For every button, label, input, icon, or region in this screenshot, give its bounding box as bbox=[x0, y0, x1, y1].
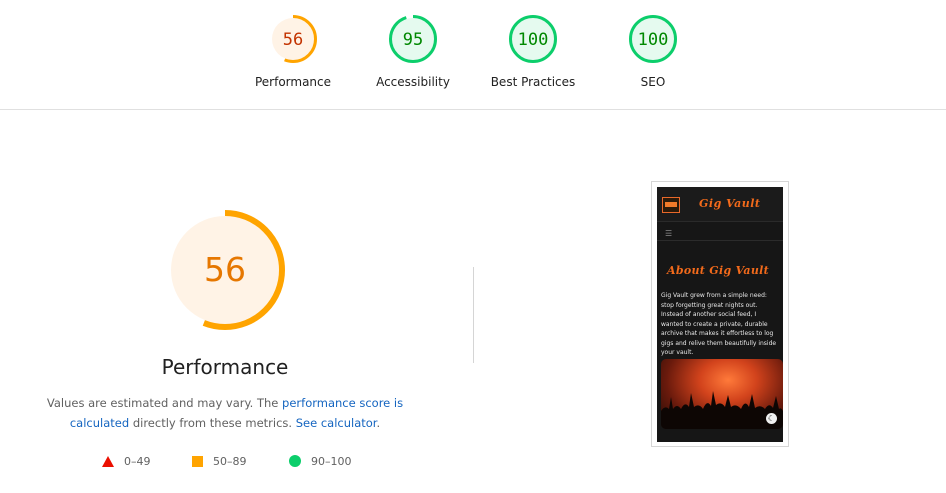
gauge-seo-ring: 100 bbox=[629, 15, 677, 63]
header-divider bbox=[0, 109, 946, 110]
gauge-best-practices-label: Best Practices bbox=[490, 75, 576, 89]
gauge-performance[interactable]: 56 Performance bbox=[233, 14, 353, 89]
fail-triangle-icon bbox=[102, 455, 114, 467]
performance-gauge-score: 56 bbox=[204, 250, 246, 289]
gauge-performance-label: Performance bbox=[254, 75, 332, 89]
moon-icon[interactable]: ☾ bbox=[766, 413, 777, 424]
gauge-accessibility-ring: 95 bbox=[389, 15, 437, 63]
screenshot-body-text: Gig Vault grew from a simple need: stop … bbox=[661, 292, 777, 356]
description-text-end: . bbox=[376, 416, 381, 430]
category-gauges: 56 Performance 95 Accessibility 100 Best… bbox=[0, 0, 946, 109]
screenshot-header: Gig Vault bbox=[657, 187, 783, 222]
gauge-best-practices-ring: 100 bbox=[509, 15, 557, 63]
legend-fail: 0–49 bbox=[102, 452, 151, 470]
crowd-silhouette bbox=[661, 391, 783, 429]
legend-average: 50–89 bbox=[192, 452, 247, 470]
gauge-best-practices[interactable]: 100 Best Practices bbox=[473, 14, 593, 89]
performance-description: Values are estimated and may vary. The p… bbox=[20, 393, 430, 433]
site-logo-icon bbox=[662, 197, 680, 213]
performance-title: Performance bbox=[161, 355, 289, 379]
final-screenshot[interactable]: Gig Vault ☰ About Gig Vault Gig Vault gr… bbox=[651, 181, 789, 447]
screenshot-heading: About Gig Vault bbox=[667, 264, 769, 277]
gauge-performance-score: 56 bbox=[283, 30, 303, 50]
legend-pass: 90–100 bbox=[289, 452, 352, 470]
gauge-performance-ring: 56 bbox=[269, 15, 317, 63]
site-brand: Gig Vault bbox=[699, 197, 761, 210]
legend-pass-range: 90–100 bbox=[311, 454, 352, 468]
gauge-seo[interactable]: 100 SEO bbox=[593, 14, 713, 89]
concert-crowd-image: ☾ bbox=[661, 359, 783, 429]
pass-circle-icon bbox=[289, 455, 301, 467]
gauge-accessibility[interactable]: 95 Accessibility bbox=[353, 14, 473, 89]
gauge-accessibility-score: 95 bbox=[403, 30, 423, 50]
see-calculator-link[interactable]: See calculator bbox=[296, 416, 377, 430]
description-text: Values are estimated and may vary. The bbox=[46, 396, 283, 410]
average-square-icon bbox=[192, 455, 203, 467]
legend-fail-range: 0–49 bbox=[124, 454, 151, 468]
gauge-seo-score: 100 bbox=[638, 30, 669, 50]
legend-average-range: 50–89 bbox=[213, 454, 247, 468]
section-divider bbox=[473, 267, 474, 363]
screenshot-divider bbox=[657, 240, 783, 241]
screenshot-viewport: Gig Vault ☰ About Gig Vault Gig Vault gr… bbox=[657, 187, 783, 442]
gauge-best-practices-score: 100 bbox=[518, 30, 549, 50]
hamburger-icon: ☰ bbox=[665, 229, 673, 238]
gauge-seo-label: SEO bbox=[640, 75, 666, 89]
description-text-middle: directly from these metrics. bbox=[129, 416, 296, 430]
performance-gauge: 56 bbox=[165, 210, 285, 330]
gauge-accessibility-label: Accessibility bbox=[376, 75, 450, 89]
